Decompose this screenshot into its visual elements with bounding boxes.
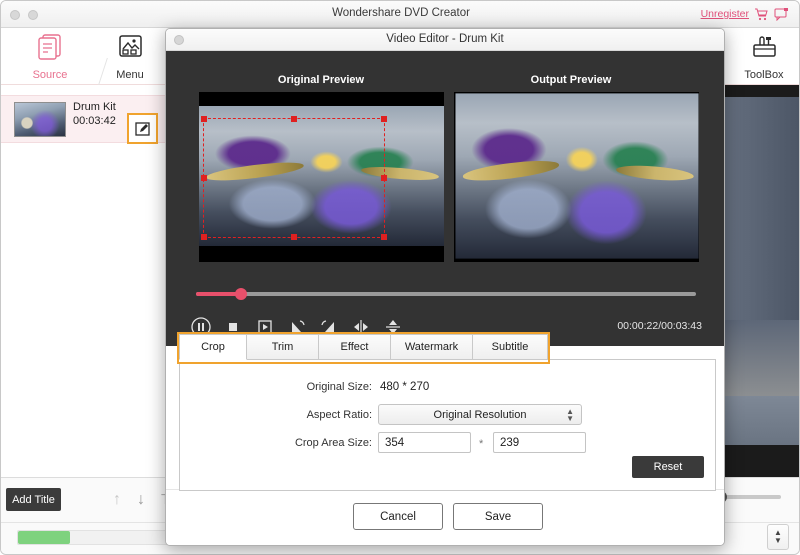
tab-watermark[interactable]: Watermark (391, 334, 473, 360)
crop-handle-middle-right[interactable] (381, 175, 387, 181)
tab-crop[interactable]: Crop (179, 334, 247, 360)
app-titlebar: Wondershare DVD Creator Unregister (1, 1, 800, 28)
nav-item-source[interactable]: Source (9, 32, 91, 81)
arrow-up-icon[interactable]: ↑ (113, 491, 121, 509)
original-size-value: 480 * 270 (380, 376, 429, 398)
app-title: Wondershare DVD Creator (1, 7, 800, 19)
time-display: 00:00:22/00:03:43 (617, 320, 702, 332)
stepper-down-icon[interactable]: ▼ (774, 537, 782, 545)
crop-selection-overlay[interactable] (203, 118, 385, 238)
video-editor-dialog: Video Editor - Drum Kit Original Preview… (165, 28, 725, 546)
add-title-button[interactable]: Add Title (6, 488, 61, 511)
tab-strip: Crop Trim Effect Watermark Subtitle (179, 334, 548, 362)
video-thumbnail (14, 102, 66, 137)
dialog-title: Video Editor - Drum Kit (166, 33, 724, 45)
arrow-down-icon[interactable]: ↓ (137, 491, 145, 509)
seek-slider[interactable] (196, 292, 696, 296)
output-video-frame (455, 93, 698, 258)
crop-size-separator: * (479, 432, 483, 456)
tab-trim[interactable]: Trim (247, 334, 319, 360)
nav-item-toolbox[interactable]: ToolBox (723, 32, 800, 81)
chevron-updown-icon: ▲▼ (566, 408, 574, 422)
list-item-title: Drum Kit (73, 101, 116, 113)
aspect-ratio-select[interactable]: Original Resolution ▲▼ (378, 404, 582, 425)
crop-panel: Original Size: 480 * 270 Aspect Ratio: O… (179, 359, 716, 491)
burn-progress-fill (18, 531, 70, 544)
source-document-icon (34, 49, 66, 66)
nav-item-source-label: Source (9, 69, 91, 81)
edit-button-highlight[interactable] (127, 113, 158, 144)
cancel-button[interactable]: Cancel (353, 503, 443, 530)
crop-area-size-row: Crop Area Size: 354 * 239 (180, 432, 715, 454)
aspect-ratio-label: Aspect Ratio: (250, 404, 372, 426)
crop-handle-bottom-middle[interactable] (291, 234, 297, 240)
tab-effect[interactable]: Effect (319, 334, 391, 360)
edit-pencil-icon (135, 121, 151, 137)
crop-handle-middle-left[interactable] (201, 175, 207, 181)
output-preview-label: Output Preview (466, 74, 676, 86)
crop-handle-bottom-right[interactable] (381, 234, 387, 240)
dialog-footer: Cancel Save (166, 489, 724, 545)
crop-area-size-label: Crop Area Size: (250, 432, 372, 454)
nav-item-menu-label: Menu (89, 69, 171, 81)
output-preview-video[interactable] (454, 92, 699, 262)
original-size-row: Original Size: 480 * 270 (180, 376, 715, 398)
nav-item-menu[interactable]: Menu (89, 32, 171, 81)
reset-button[interactable]: Reset (632, 456, 704, 478)
toolbox-icon (748, 49, 780, 66)
crop-height-input[interactable]: 239 (493, 432, 586, 453)
tab-subtitle[interactable]: Subtitle (473, 334, 548, 360)
menu-image-icon (114, 49, 146, 66)
dialog-titlebar: Video Editor - Drum Kit (166, 29, 724, 51)
message-icon[interactable] (774, 7, 789, 26)
preview-area: Original Preview Output Preview (166, 51, 724, 346)
seek-slider-knob[interactable] (235, 288, 247, 300)
unregister-link[interactable]: Unregister (701, 8, 749, 20)
crop-handle-bottom-left[interactable] (201, 234, 207, 240)
crop-handle-top-middle[interactable] (291, 116, 297, 122)
save-button[interactable]: Save (453, 503, 543, 530)
cart-icon[interactable] (754, 8, 768, 26)
crop-handle-top-right[interactable] (381, 116, 387, 122)
nav-item-toolbox-label: ToolBox (723, 69, 800, 81)
aspect-ratio-row: Aspect Ratio: Original Resolution ▲▼ (180, 404, 715, 426)
list-item-duration: 00:03:42 (73, 115, 116, 127)
volume-slider[interactable] (719, 495, 781, 499)
crop-handle-top-left[interactable] (201, 116, 207, 122)
quantity-stepper[interactable]: ▲ ▼ (767, 524, 789, 550)
aspect-ratio-value: Original Resolution (434, 409, 527, 421)
original-size-label: Original Size: (250, 376, 372, 398)
original-preview-label: Original Preview (216, 74, 426, 86)
original-preview-video[interactable] (199, 92, 444, 262)
crop-width-input[interactable]: 354 (378, 432, 471, 453)
